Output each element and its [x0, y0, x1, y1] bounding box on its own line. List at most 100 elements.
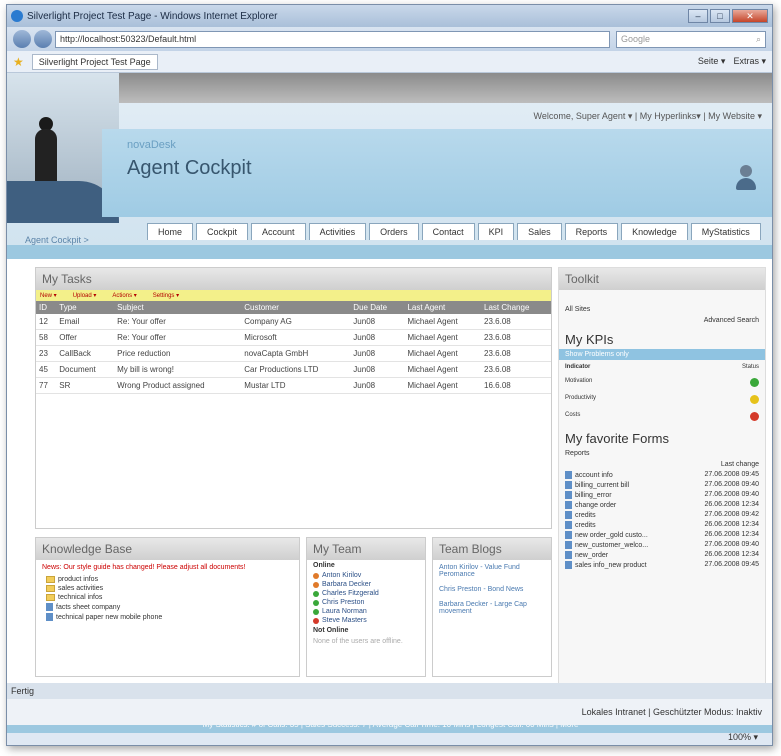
page-tab[interactable]: Silverlight Project Test Page — [31, 53, 158, 70]
member-name: Chris Preston — [322, 599, 365, 606]
person-silhouette — [35, 129, 57, 189]
kpi-title: My KPIs — [565, 332, 614, 347]
list-item[interactable]: technical paper new mobile phone — [36, 612, 299, 622]
member-name: Laura Norman — [322, 608, 367, 615]
breadcrumb[interactable]: Agent Cockpit > — [25, 235, 89, 245]
team-member[interactable]: Chris Preston — [307, 598, 425, 607]
form-item[interactable]: new_order 26.06.2008 12:34 — [559, 550, 765, 560]
tab-kpi[interactable]: KPI — [477, 223, 515, 240]
team-member[interactable]: Laura Norman — [307, 607, 425, 616]
form-label: credits — [575, 521, 596, 529]
cell: Car Productions LTD — [241, 361, 351, 378]
form-icon — [565, 561, 572, 569]
form-item[interactable]: billing_error 27.06.2008 09:40 — [559, 490, 765, 500]
form-item[interactable]: sales info_new product 27.06.2008 09:45 — [559, 560, 765, 570]
form-icon — [565, 551, 572, 559]
zoom-control[interactable]: 100% ▾ — [728, 732, 758, 743]
url-field[interactable]: http://localhost:50323/Default.html — [55, 30, 610, 48]
blue-divider — [7, 245, 772, 259]
search-placeholder: Google — [621, 33, 651, 44]
form-item[interactable]: account info 27.06.2008 09:45 — [559, 470, 765, 480]
advanced-search-link[interactable]: Advanced Search — [559, 315, 765, 326]
cell: My bill is wrong! — [114, 361, 242, 378]
tab-account[interactable]: Account — [251, 223, 306, 240]
new-menu[interactable]: New ▾ — [40, 292, 57, 299]
forms-title: My favorite Forms — [565, 431, 670, 446]
offline-text: None of the users are offline. — [313, 638, 403, 645]
col-due-date[interactable]: Due Date — [350, 301, 405, 314]
tab-reports[interactable]: Reports — [564, 223, 619, 240]
list-item[interactable]: facts sheet company — [36, 602, 299, 612]
form-item[interactable]: new_customer_welco... 27.06.2008 09:40 — [559, 540, 765, 550]
tab-contact[interactable]: Contact — [421, 223, 475, 240]
kpi-toggle[interactable]: Show Problems only — [559, 349, 765, 360]
list-item[interactable]: technical infos — [36, 593, 299, 602]
cell: 23.6.08 — [481, 345, 551, 362]
form-item[interactable]: credits 26.06.2008 12:34 — [559, 520, 765, 530]
tab-knowledge[interactable]: Knowledge — [621, 223, 688, 240]
maximize-button[interactable]: □ — [710, 9, 730, 23]
col-type[interactable]: Type — [56, 301, 115, 314]
form-item[interactable]: billing_current bill 27.06.2008 09:40 — [559, 480, 765, 490]
team-member[interactable]: Anton Kirilov — [307, 571, 425, 580]
tab-orders[interactable]: Orders — [369, 223, 419, 240]
tab-mystatistics[interactable]: MyStatistics — [690, 223, 761, 240]
cell: Document — [56, 361, 115, 378]
form-icon — [565, 491, 572, 499]
form-name: billing_error — [565, 491, 612, 499]
cell: Michael Agent — [404, 314, 482, 330]
col-subject[interactable]: Subject — [114, 301, 242, 314]
news-text: News: Our style guide has changed! Pleas… — [42, 564, 246, 571]
document-icon — [46, 613, 53, 621]
list-item[interactable]: product infos — [36, 575, 299, 584]
upload-menu[interactable]: Upload ▾ — [73, 292, 97, 299]
close-button[interactable]: ✕ — [732, 9, 768, 23]
tab-sales[interactable]: Sales — [517, 223, 562, 240]
table-row[interactable]: 77 SR Wrong Product assigned Mustar LTD Jun0… — [36, 377, 551, 394]
welcome-links[interactable]: Welcome, Super Agent ▾ | My Hyperlinks▾ … — [534, 111, 762, 122]
search-icon[interactable]: ⌕ — [756, 32, 761, 47]
blog-link[interactable]: Anton Kirilov - Value Fund Peromance — [433, 560, 551, 582]
tab-home[interactable]: Home — [147, 223, 194, 240]
table-row[interactable]: 23 CallBack Price reduction novaCapta GmbH J… — [36, 345, 551, 362]
form-item[interactable]: change order 26.06.2008 12:34 — [559, 500, 765, 510]
tab-activities[interactable]: Activities — [308, 223, 367, 240]
form-item[interactable]: new order_gold custo... 26.06.2008 12:34 — [559, 530, 765, 540]
col-last-agent[interactable]: Last Agent — [404, 301, 482, 314]
col-last-change[interactable]: Last Change — [481, 301, 551, 314]
table-row[interactable]: 58 Offer Re: Your offer Microsoft Jun08 Micha… — [36, 329, 551, 346]
back-icon[interactable] — [13, 30, 31, 48]
security-zone[interactable]: Lokales Intranet | Geschützter Modus: In… — [582, 707, 762, 717]
url-text: http://localhost:50323/Default.html — [60, 34, 197, 44]
table-row[interactable]: 45 Document My bill is wrong! Car Productio… — [36, 361, 551, 378]
team-member[interactable]: Steve Masters — [307, 616, 425, 625]
blog-link[interactable]: Chris Preston - Bond News — [433, 582, 551, 597]
online-label: Online — [313, 562, 335, 569]
extras-menu[interactable]: Extras ▾ — [733, 56, 766, 67]
page-menu[interactable]: Seite ▾ — [698, 56, 726, 67]
favorites-star-icon[interactable]: ★ — [13, 55, 24, 69]
cell: 16.6.08 — [481, 377, 551, 394]
form-name: sales info_new product — [565, 561, 647, 569]
item-label: technical paper new mobile phone — [56, 613, 163, 621]
forward-icon[interactable] — [34, 30, 52, 48]
avatar[interactable] — [736, 165, 756, 191]
tab-cockpit[interactable]: Cockpit — [196, 223, 249, 240]
blogs-panel: Team Blogs Anton Kirilov - Value Fund Pe… — [432, 537, 552, 677]
indicator-label: Indicator — [565, 364, 591, 370]
list-item[interactable]: sales activities — [36, 584, 299, 593]
form-item[interactable]: credits 27.06.2008 09:42 — [559, 510, 765, 520]
search-input[interactable]: Google ⌕ — [616, 30, 766, 48]
team-member[interactable]: Charles Fitzgerald — [307, 589, 425, 598]
col-id[interactable]: ID — [36, 301, 57, 314]
minimize-button[interactable]: – — [688, 9, 708, 23]
blog-link[interactable]: Barbara Decker - Large Cap movement — [433, 597, 551, 619]
presence-icon — [313, 590, 319, 597]
sites-label[interactable]: All Sites — [559, 304, 765, 315]
settings-menu[interactable]: Settings ▾ — [153, 292, 179, 299]
actions-menu[interactable]: Actions ▾ — [112, 292, 136, 299]
col-customer[interactable]: Customer — [241, 301, 351, 314]
team-member[interactable]: Barbara Decker — [307, 580, 425, 589]
table-row[interactable]: 12 Email Re: Your offer Company AG Jun08 Mich… — [36, 314, 551, 330]
forms-list: account info 27.06.2008 09:45 billing_curr… — [559, 470, 765, 570]
